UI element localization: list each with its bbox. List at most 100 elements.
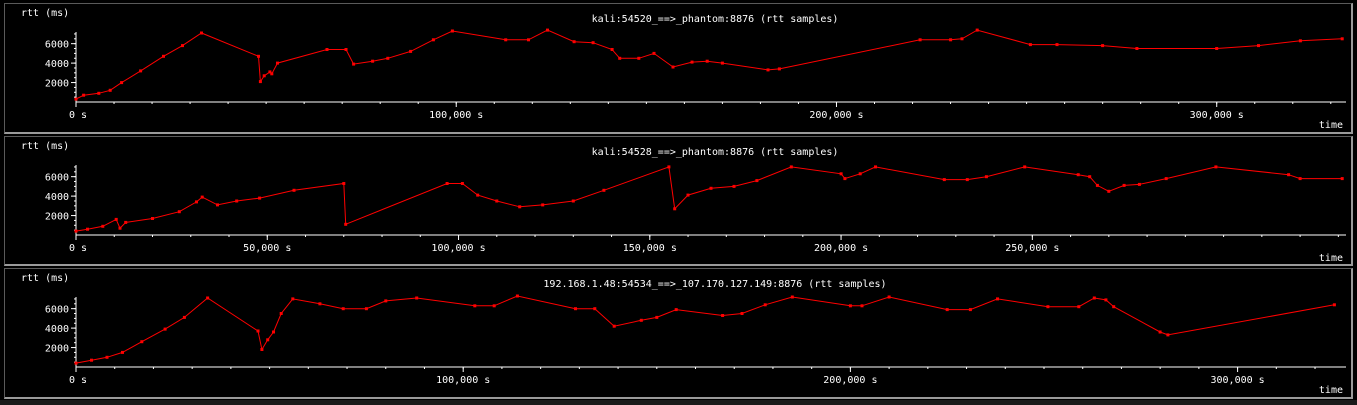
rtt-sample-point [195,200,198,204]
rtt-sample-point [732,184,736,188]
rtt-sample-point [690,60,694,64]
rtt-sample-point [90,358,93,362]
rtt-sample-point [996,297,999,301]
rtt-sample-point [386,56,390,60]
y-tick-label: 2000 [45,79,69,90]
rtt-sample-point [721,314,725,317]
chart-title: kali:54528_==>_phantom:8876 (rtt samples… [592,147,839,158]
rtt-sample-point [1298,177,1302,181]
rtt-sample-point [949,38,953,42]
rtt-sample-point [1104,298,1108,302]
rtt-sample-point [177,210,181,214]
rtt-sample-point [574,307,577,311]
rtt-sample-point [200,195,204,199]
rtt-sample-point [431,38,435,42]
rtt-sample-point [1340,37,1344,41]
rtt-sample-point [790,295,794,299]
rtt-chart-1: kali:54520_==>_phantom:8876 (rtt samples… [21,8,1346,131]
rtt-sample-point [1340,177,1344,181]
rtt-sample-point [843,177,847,181]
rtt-sample-point [181,44,184,48]
rtt-sample-point [74,97,78,101]
rtt-sample-point [1137,182,1141,186]
rtt-sample-point [140,340,144,344]
rtt-sample-point [74,229,78,233]
rtt-sample-point [637,56,641,60]
rtt-sample-point [571,199,575,203]
rtt-sample-point [445,182,449,185]
rtt-sample-point [344,48,348,51]
y-axis-label: rtt (ms) [21,141,69,152]
rtt-sample-point [918,38,922,42]
x-tick-label: 150,000 s [623,243,677,254]
rtt-sample-point [151,217,154,220]
rtt-sample-point [1214,165,1218,169]
y-tick-label: 2000 [45,212,69,223]
x-tick-label: 0 s [69,375,87,386]
rtt-sample-point [162,54,165,58]
rtt-sample-point [1088,175,1092,179]
rtt-sample-point [1101,44,1105,48]
rtt-sample-point [652,51,656,55]
rtt-sample-point [777,67,781,71]
rtt-chart-panel-2: kali:54528_==>_phantom:8876 (rtt samples… [4,136,1353,266]
rtt-sample-point [352,62,356,66]
rtt-sample-point [591,41,595,45]
rtt-sample-point [1158,330,1162,334]
rtt-sample-point [450,29,454,33]
rtt-sample-point [1298,39,1302,43]
rtt-sample-point [364,307,368,311]
rtt-chart-3: 192.168.1.48:54534_==>_107.170.127.149:8… [21,273,1346,396]
rtt-sample-point [74,361,78,365]
x-tick-label: 200,000 s [814,243,868,254]
rtt-sample-point [384,299,388,303]
rtt-sample-point [409,49,413,53]
rtt-sample-point [671,65,675,69]
x-tick-label: 250,000 s [1005,243,1059,254]
x-tick-label: 200,000 s [823,375,877,386]
rtt-sample-point [968,308,972,312]
rtt-sample-point [114,217,118,221]
rtt-sample-point [325,48,329,51]
x-tick-label: 50,000 s [243,243,291,254]
rtt-sample-point [504,38,508,42]
rtt-series-line [75,29,1343,100]
rtt-sample-point [270,72,274,76]
rtt-sample-point [1077,305,1081,309]
rtt-sample-point [612,324,616,328]
x-tick-label: 200,000 s [809,110,863,121]
rtt-sample-point [639,318,643,322]
rtt-sample-point [546,28,549,32]
rtt-sample-point [618,56,622,60]
rtt-sample-point [118,226,122,230]
rtt-sample-point [518,205,522,209]
rtt-sample-point [720,61,724,65]
rtt-sample-point [1164,177,1168,181]
x-tick-label: 100,000 s [431,243,485,254]
rtt-sample-point [860,304,864,308]
rtt-sample-point [279,312,283,315]
rtt-sample-point [1332,303,1336,307]
rtt-sample-point [256,329,260,333]
rtt-sample-point [766,68,770,72]
y-tick-label: 4000 [45,59,69,70]
rtt-sample-point [257,54,260,58]
taskbar-strip [0,400,1357,405]
y-tick-label: 6000 [45,40,69,51]
y-tick-label: 6000 [45,173,69,184]
rtt-sample-point [1028,43,1032,47]
rtt-sample-point [705,59,709,63]
rtt-sample-point [740,312,744,315]
rtt-sample-point [492,304,496,308]
rtt-sample-point [101,224,105,228]
rtt-sample-point [371,59,375,63]
x-axis-label: time [1319,253,1343,264]
y-axis-label: rtt (ms) [21,273,69,284]
rtt-sample-point [763,303,767,307]
y-tick-label: 4000 [45,324,69,335]
rtt-sample-point [673,207,677,211]
rtt-sample-point [200,31,203,35]
rtt-sample-point [476,193,480,197]
rtt-sample-point [858,172,862,176]
rtt-sample-point [342,182,346,185]
